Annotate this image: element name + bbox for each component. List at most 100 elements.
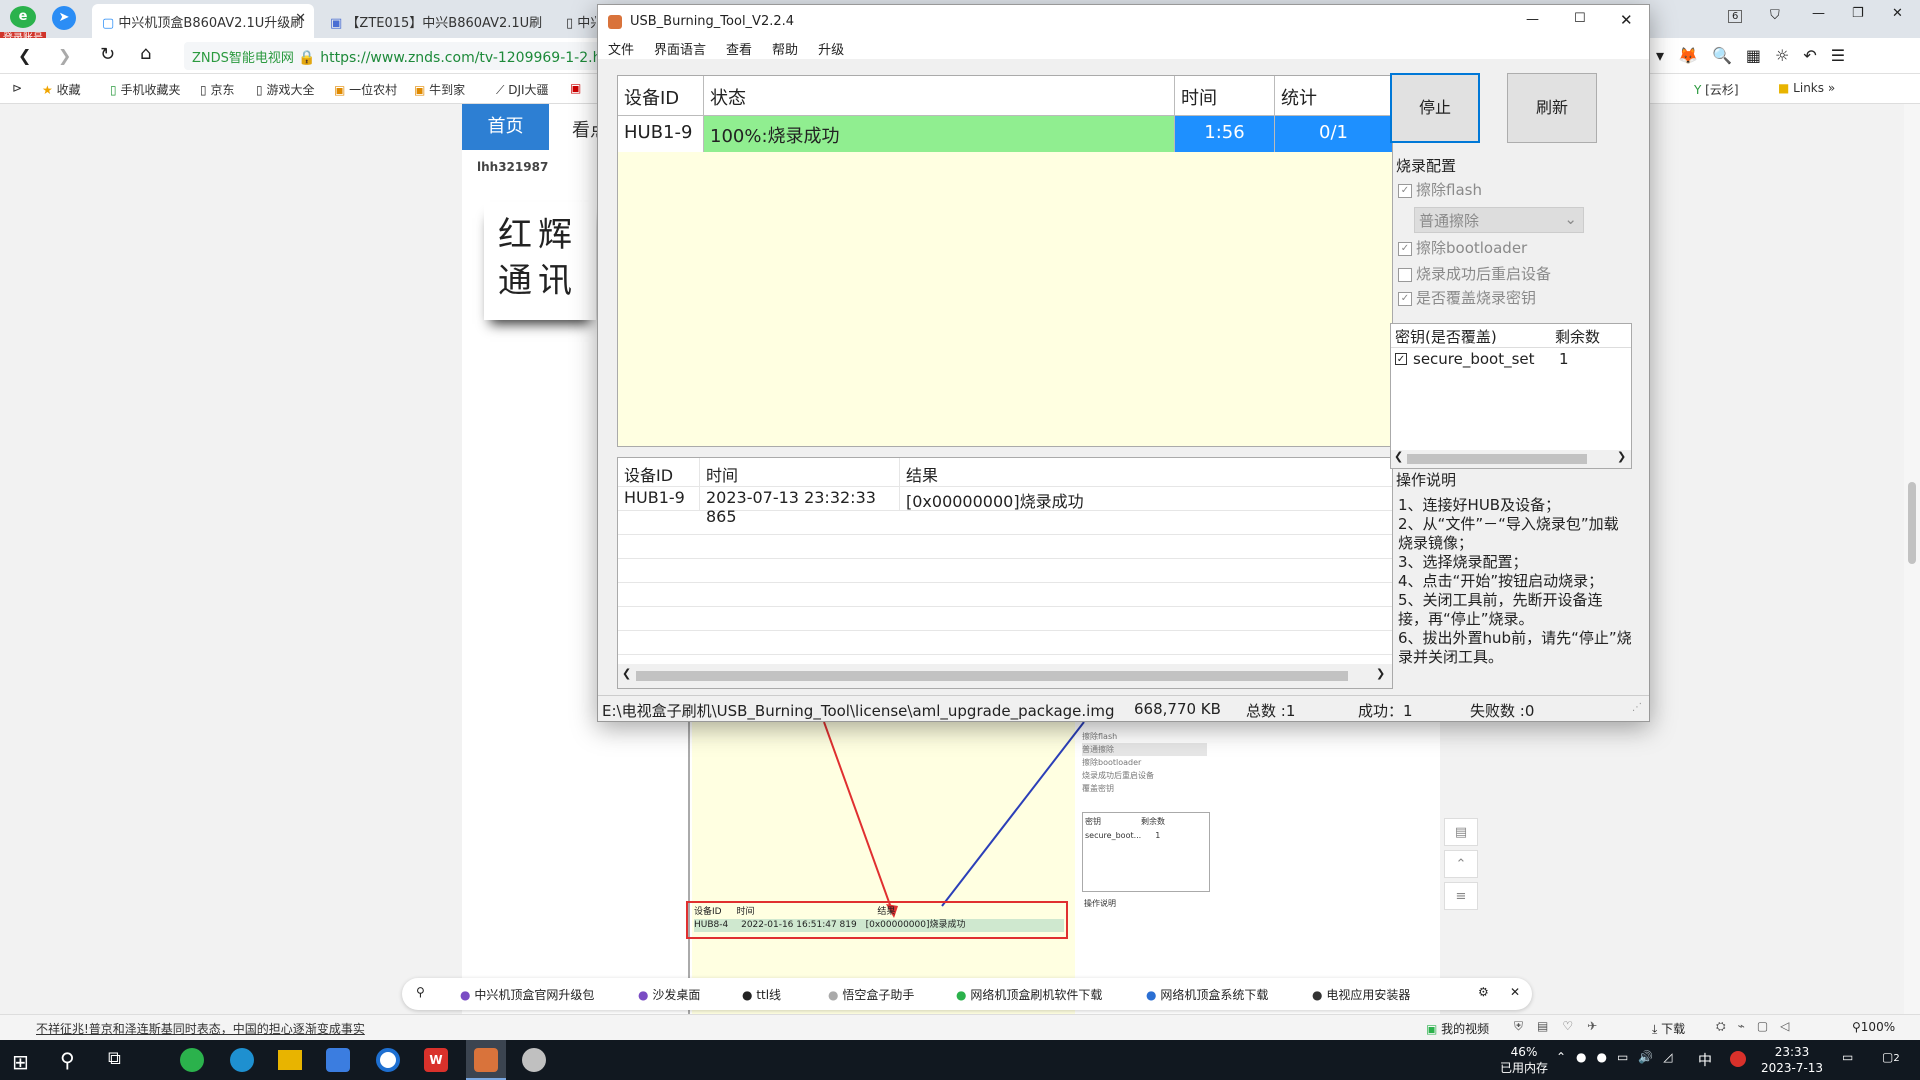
log-col-device-id[interactable]: 设备ID	[618, 458, 700, 486]
scroll-right-icon[interactable]: ❯	[1617, 450, 1626, 463]
taskbar-app-browser[interactable]	[376, 1048, 400, 1072]
log-h-scrollbar[interactable]: ❮ ❯	[618, 664, 1392, 688]
memory-usage[interactable]: 46% 已用内存	[1500, 1044, 1548, 1076]
back-icon[interactable]: ❮	[18, 46, 31, 65]
key-checkbox-icon[interactable]: ✓	[1395, 353, 1407, 365]
device-row[interactable]: HUB1-9 100%:烧录成功 1:56 0/1	[618, 116, 1392, 152]
username-label[interactable]: lhh321987	[477, 160, 548, 174]
download-link[interactable]: ⤓ 下载	[1652, 1020, 1685, 1037]
reboot-after-checkbox[interactable]: 烧录成功后重启设备	[1398, 263, 1551, 284]
news-ticker[interactable]: 不祥征兆!普京和泽连斯基同时表态，中国的担心逐渐变成事实	[36, 1020, 365, 1037]
gear-icon[interactable]: ⚙	[1478, 985, 1489, 999]
stop-button[interactable]: 停止	[1390, 73, 1480, 143]
notification-icon[interactable]: ▢2	[1882, 1050, 1900, 1064]
forward-icon[interactable]: ❯	[58, 46, 71, 65]
log-col-time[interactable]: 时间	[700, 458, 900, 486]
page-scrollbar[interactable]	[1904, 104, 1920, 1014]
window-maximize-icon[interactable]: ☐	[1574, 11, 1586, 26]
key-row[interactable]: ✓ secure_boot_set 1	[1391, 350, 1631, 372]
clock[interactable]: 23:33 2023-7-13	[1760, 1044, 1824, 1076]
log-col-result[interactable]: 结果	[900, 458, 1392, 486]
search-icon[interactable]: ⚲	[416, 985, 425, 999]
task-view-icon[interactable]: ⧉	[108, 1048, 121, 1069]
navigate-icon[interactable]: ➤	[52, 6, 76, 30]
taskbar-app-explorer[interactable]	[278, 1050, 302, 1070]
show-desktop-icon[interactable]: ▭	[1842, 1050, 1853, 1064]
window-titlebar[interactable]: USB_Burning_Tool_V2.2.4 — ☐ ✕	[598, 5, 1649, 39]
key-col-name[interactable]: 密钥(是否覆盖)	[1395, 326, 1497, 347]
taskbar-app-usb-tool[interactable]	[466, 1040, 506, 1080]
my-video[interactable]: ▣ 我的视频	[1426, 1020, 1489, 1037]
menu-file[interactable]: 文件	[608, 43, 634, 58]
taskbar-app-edge[interactable]	[230, 1048, 254, 1072]
nav-home-tab[interactable]: 首页	[462, 104, 549, 150]
tab-third[interactable]: ▯ 中兴	[556, 4, 596, 38]
ime-indicator[interactable]: 中	[1698, 1050, 1712, 1070]
menu-view[interactable]: 查看	[726, 43, 752, 58]
extension-icons[interactable]: ▾🦊🔍▦☼↶☰	[1656, 46, 1859, 65]
related-link-2[interactable]: ● 沙发桌面	[638, 986, 700, 1003]
erase-flash-checkbox[interactable]: ✓ 擦除flash	[1398, 179, 1482, 200]
tab-zte015[interactable]: ▣ 【ZTE015】中兴B860AV2.1U刷	[320, 4, 550, 38]
log-row[interactable]: HUB1-9 2023-07-13 23:32:33 865 [0x000000…	[618, 486, 1392, 526]
bookmark-favorites[interactable]: ★ 收藏	[42, 81, 81, 98]
refresh-button[interactable]: 刷新	[1507, 73, 1597, 143]
window-close-icon[interactable]: ✕	[1620, 11, 1633, 29]
related-link-3[interactable]: ● ttl线	[742, 986, 781, 1003]
bookmark-dji[interactable]: ⟋ DJI大疆	[496, 81, 549, 98]
page-scroll-thumb[interactable]	[1908, 482, 1916, 564]
taskbar-app-wps[interactable]: W	[424, 1048, 448, 1072]
close-bar-icon[interactable]: ✕	[1510, 985, 1520, 999]
sidebar-toggle-icon[interactable]: ⊳	[12, 81, 22, 95]
tshirt-icon[interactable]: ⛉	[1770, 8, 1780, 23]
col-count[interactable]: 统计	[1275, 76, 1392, 115]
erase-bootloader-checkbox[interactable]: ✓ 擦除bootloader	[1398, 237, 1527, 258]
related-link-7[interactable]: ● 电视应用安装器	[1312, 986, 1410, 1003]
tab-znds-active[interactable]: ▢ 中兴机顶盒B860AV2.1U升级刷 ✕	[92, 4, 314, 38]
url-field[interactable]: ZNDS智能电视网 🔒 https://www.znds.com/tv-1209…	[184, 42, 604, 70]
browser-logo-icon[interactable]: e	[10, 6, 36, 28]
key-h-scrollbar[interactable]: ❮ ❯	[1391, 450, 1631, 468]
col-time[interactable]: 时间	[1175, 76, 1275, 115]
menu-upgrade[interactable]: 升级	[818, 43, 844, 58]
overwrite-key-checkbox[interactable]: ✓ 是否覆盖烧录密钥	[1398, 287, 1536, 308]
log-scroll-thumb[interactable]	[636, 671, 1348, 681]
related-link-5[interactable]: ● 网络机顶盒刷机软件下载	[956, 986, 1102, 1003]
tray-app-icon[interactable]	[1730, 1051, 1746, 1067]
search-taskbar-icon[interactable]: ⚲	[60, 1048, 75, 1072]
home-icon[interactable]: ⌂	[140, 43, 151, 64]
minimize-icon[interactable]: —	[1812, 6, 1825, 21]
related-link-4[interactable]: ● 悟空盒子助手	[828, 986, 914, 1003]
col-device-id[interactable]: 设备ID	[618, 76, 704, 115]
col-status[interactable]: 状态	[704, 76, 1175, 115]
bookmark-yunshan[interactable]: Y [云杉]	[1694, 81, 1739, 98]
bookmark-jd[interactable]: ▯ 京东	[200, 81, 234, 98]
restore-icon[interactable]: ❐	[1852, 6, 1864, 21]
scroll-left-icon[interactable]: ❮	[622, 667, 631, 680]
erase-mode-select[interactable]: 普通擦除 ⌄	[1414, 207, 1584, 233]
bookmark-mobile[interactable]: ▯ 手机收藏夹	[110, 81, 180, 98]
tab-close-icon[interactable]: ✕	[295, 11, 306, 26]
taskbar-app-mail[interactable]	[326, 1048, 350, 1072]
menu-help[interactable]: 帮助	[772, 43, 798, 58]
windows-start-icon[interactable]: ⊞	[12, 1050, 29, 1074]
taskbar-app-paint[interactable]	[522, 1048, 546, 1072]
bookmark-games[interactable]: ▯ 游戏大全	[256, 81, 314, 98]
reload-icon[interactable]: ↻	[100, 44, 115, 65]
menu-language[interactable]: 界面语言	[654, 43, 706, 58]
tray-icons[interactable]: ⌃●●▭🔊◿	[1556, 1050, 1683, 1064]
bookmark-niudaojia[interactable]: ▣ 牛到家	[414, 81, 465, 98]
bookmark-farmer[interactable]: ▣ 一位农村	[334, 81, 397, 98]
bookmark-links[interactable]: ■ Links »	[1778, 81, 1835, 95]
bookmark-red[interactable]: ▣	[570, 81, 581, 95]
user-avatar[interactable]: 红辉通讯	[484, 202, 596, 320]
list-float-icon[interactable]: ≡	[1444, 882, 1478, 910]
scroll-left-icon[interactable]: ❮	[1394, 450, 1403, 463]
status-tool-icons[interactable]: ⛨▤♡✈	[1514, 1019, 1611, 1034]
related-link-6[interactable]: ● 网络机顶盒系统下载	[1146, 986, 1268, 1003]
scroll-right-icon[interactable]: ❯	[1376, 667, 1385, 680]
comment-float-icon[interactable]: ▤	[1444, 818, 1478, 846]
taskbar-app-360[interactable]	[180, 1048, 204, 1072]
key-col-remaining[interactable]: 剩余数	[1555, 326, 1600, 347]
key-scroll-thumb[interactable]	[1407, 454, 1587, 464]
